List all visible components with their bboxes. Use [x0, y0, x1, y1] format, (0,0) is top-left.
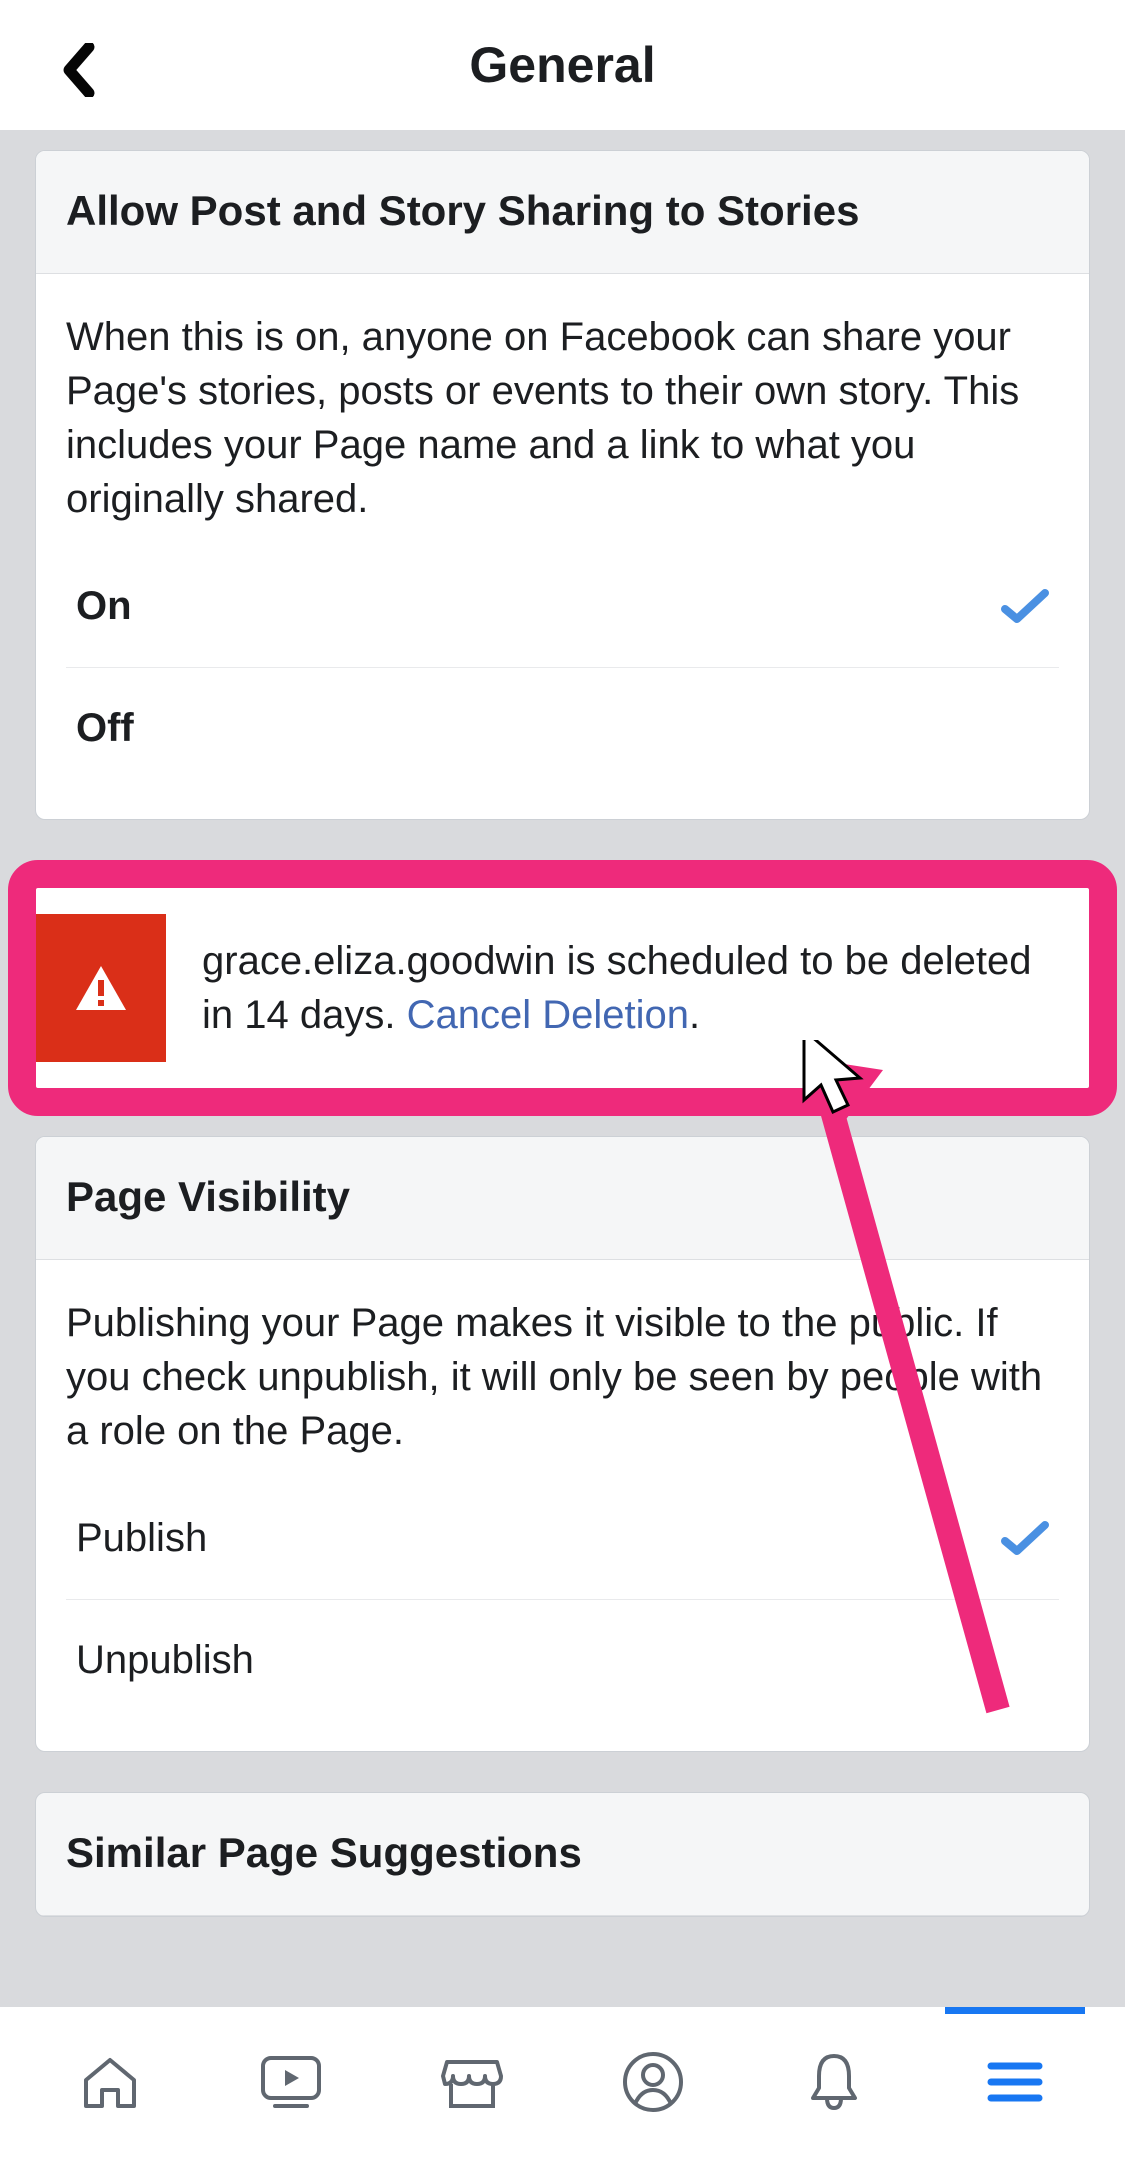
card-body: Publishing your Page makes it visible to… — [36, 1260, 1089, 1751]
card-header: Allow Post and Story Sharing to Stories — [36, 151, 1089, 274]
card-body: When this is on, anyone on Facebook can … — [36, 274, 1089, 819]
sharing-settings-card: Allow Post and Story Sharing to Stories … — [35, 150, 1090, 820]
hamburger-icon — [987, 2060, 1043, 2104]
marketplace-icon — [439, 2050, 505, 2114]
sharing-description: When this is on, anyone on Facebook can … — [66, 310, 1059, 526]
profile-icon — [621, 2050, 685, 2114]
navbar: General — [0, 0, 1125, 130]
check-icon — [1001, 1521, 1049, 1557]
cancel-deletion-link[interactable]: Cancel Deletion — [407, 993, 689, 1037]
watch-icon — [255, 2050, 327, 2114]
visibility-description: Publishing your Page makes it visible to… — [66, 1296, 1059, 1458]
visibility-option-publish[interactable]: Publish — [66, 1478, 1059, 1600]
page-title: General — [469, 36, 655, 94]
back-button[interactable] — [48, 40, 108, 100]
tab-notifications[interactable] — [754, 2007, 914, 2157]
visibility-option-unpublish[interactable]: Unpublish — [66, 1600, 1059, 1731]
card-header: Similar Page Suggestions — [36, 1793, 1089, 1916]
option-label: Publish — [76, 1516, 207, 1561]
deletion-alert-text: grace.eliza.goodwin is scheduled to be d… — [166, 914, 1067, 1062]
tab-marketplace[interactable] — [392, 2007, 552, 2157]
tab-home[interactable] — [30, 2007, 190, 2157]
tab-watch[interactable] — [211, 2007, 371, 2157]
tab-menu[interactable] — [935, 2007, 1095, 2157]
check-icon — [1001, 589, 1049, 625]
option-label: Unpublish — [76, 1638, 254, 1683]
sharing-option-off[interactable]: Off — [66, 668, 1059, 799]
card-title: Page Visibility — [66, 1173, 1059, 1221]
option-label: On — [76, 584, 132, 629]
option-label: Off — [76, 706, 134, 751]
tab-profile[interactable] — [573, 2007, 733, 2157]
similar-page-suggestions-card: Similar Page Suggestions — [35, 1792, 1090, 1917]
annotation-highlight: grace.eliza.goodwin is scheduled to be d… — [8, 860, 1117, 1116]
home-icon — [78, 2050, 142, 2114]
bottom-tab-bar — [0, 2007, 1125, 2157]
page-visibility-card: Page Visibility Publishing your Page mak… — [35, 1136, 1090, 1752]
card-title: Allow Post and Story Sharing to Stories — [66, 187, 1059, 235]
bell-icon — [805, 2050, 863, 2114]
warning-icon — [36, 914, 166, 1062]
card-title: Similar Page Suggestions — [66, 1829, 1059, 1877]
deletion-text-suffix: . — [689, 993, 700, 1037]
deletion-alert: grace.eliza.goodwin is scheduled to be d… — [36, 914, 1067, 1062]
chevron-left-icon — [61, 43, 95, 97]
settings-scroll-area[interactable]: Allow Post and Story Sharing to Stories … — [0, 130, 1125, 2007]
card-header: Page Visibility — [36, 1137, 1089, 1260]
sharing-option-on[interactable]: On — [66, 546, 1059, 668]
